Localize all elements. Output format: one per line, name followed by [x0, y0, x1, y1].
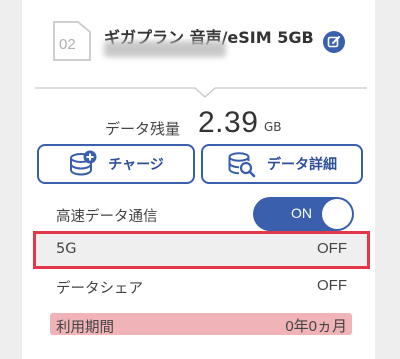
data-share-value: OFF	[317, 277, 347, 294]
database-add-icon	[70, 150, 97, 176]
usage-period-value: 0年0ヵ月	[285, 318, 347, 335]
section-divider	[35, 87, 367, 98]
sim-card-icon: 02	[53, 21, 91, 61]
high-speed-toggle-state: ON	[291, 205, 312, 221]
data-detail-button[interactable]: データ詳細	[201, 144, 363, 184]
high-speed-label: 高速データ通信	[56, 209, 158, 225]
five-g-label: 5G	[56, 241, 77, 257]
five-g-value: OFF	[317, 240, 347, 257]
toggle-knob	[322, 199, 352, 229]
usage-period-label: 利用期間	[56, 320, 114, 336]
edit-button[interactable]	[323, 31, 345, 53]
data-remaining-unit: GB	[264, 120, 282, 134]
data-share-label: データシェア	[56, 281, 143, 297]
edit-icon	[327, 36, 340, 48]
phone-number-redacted	[104, 41, 226, 57]
sim-slot-number: 02	[59, 36, 76, 53]
high-speed-toggle[interactable]: ON	[253, 197, 354, 231]
charge-button[interactable]: チャージ	[37, 144, 195, 184]
database-search-icon	[228, 152, 256, 178]
charge-button-label: チャージ	[108, 157, 164, 173]
data-detail-button-label: データ詳細	[267, 157, 337, 173]
data-remaining-value: 2.39	[198, 106, 259, 139]
data-remaining-label: データ残量	[105, 120, 181, 138]
